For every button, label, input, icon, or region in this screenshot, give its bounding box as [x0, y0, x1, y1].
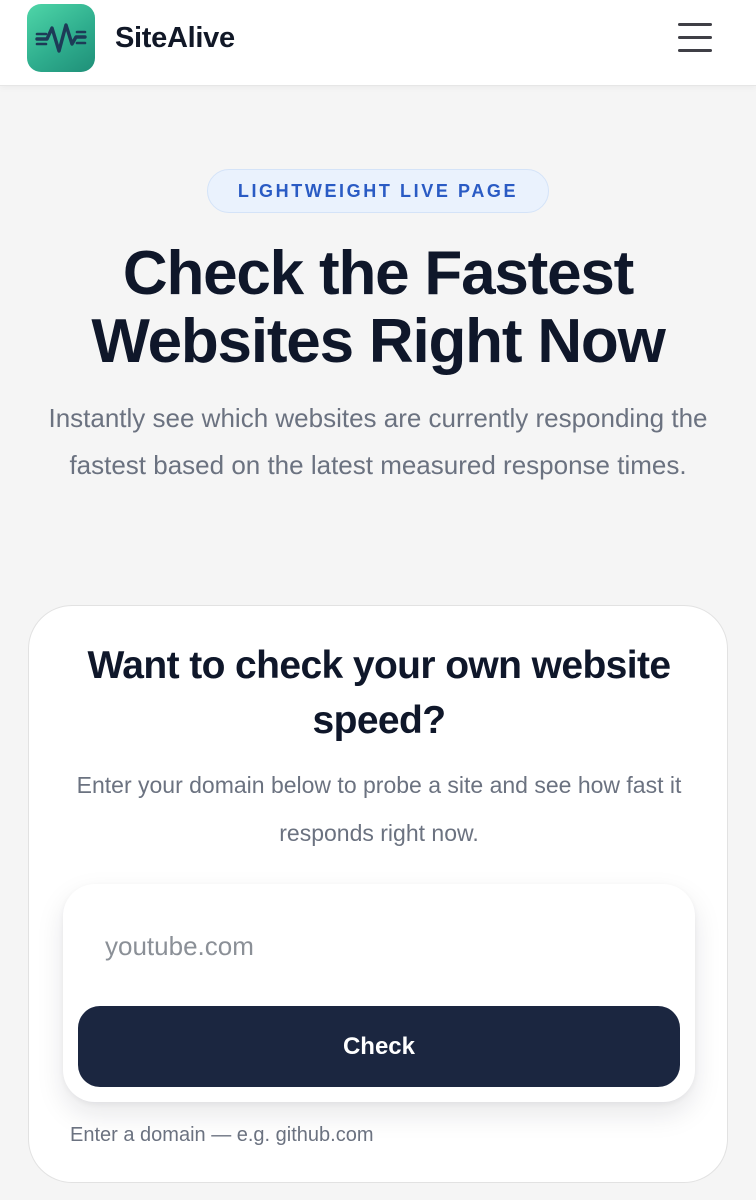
- domain-hint: Enter a domain — e.g. github.com: [70, 1124, 374, 1146]
- check-form: Check: [63, 884, 695, 1102]
- card-subtitle: Enter your domain below to probe a site …: [76, 772, 682, 846]
- menu-line: [678, 23, 712, 26]
- domain-input[interactable]: [79, 900, 679, 992]
- menu-line: [678, 36, 712, 39]
- hero-title: Check the Fastest Websites Right Now: [91, 239, 665, 376]
- pulse-wave-icon: [35, 23, 87, 53]
- brand-name[interactable]: SiteAlive: [115, 18, 235, 58]
- menu-line: [678, 49, 712, 52]
- hero-subtitle: Instantly see which websites are current…: [48, 403, 708, 480]
- top-navbar: SiteAlive: [0, 0, 756, 86]
- card-title: Want to check your own website speed?: [87, 644, 672, 742]
- hamburger-menu-icon[interactable]: [672, 18, 718, 58]
- logo[interactable]: [27, 4, 95, 72]
- check-site-card: Want to check your own website speed? En…: [28, 605, 728, 1183]
- hero-badge: LIGHTWEIGHT LIVE PAGE: [207, 169, 549, 213]
- check-button[interactable]: Check: [78, 1006, 680, 1087]
